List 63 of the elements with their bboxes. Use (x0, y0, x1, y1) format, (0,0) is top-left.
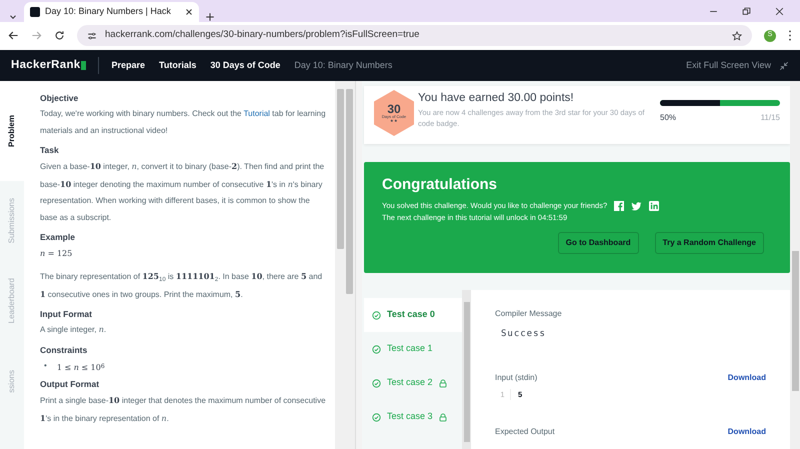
url-text: hackerrank.com/challenges/30-binary-numbers/problem?isFullScreen=true (105, 28, 420, 42)
scrollbar-thumb[interactable] (337, 89, 344, 249)
field-label: Expected Output (495, 426, 555, 438)
congratulations-title: Congratulations (382, 176, 498, 194)
section-heading: Example (40, 232, 76, 243)
more-options-icon[interactable] (788, 30, 792, 41)
scrollbar-thumb[interactable] (792, 251, 798, 391)
section-heading: Output Format (40, 378, 100, 390)
close-icon[interactable] (775, 6, 784, 16)
linkedin-icon[interactable] (649, 200, 660, 211)
back-icon[interactable] (8, 30, 19, 41)
browser-tab[interactable]: Day 10: Binary Numbers | Hack (24, 2, 199, 22)
field-label: Input (stdin) (495, 372, 538, 384)
paragraph: A single integer, n. (40, 324, 108, 336)
scrollbar-thumb[interactable] (464, 302, 470, 442)
download-link[interactable]: Download (728, 372, 766, 384)
breadcrumb-link[interactable]: Tutorials (159, 58, 196, 72)
check-circle-icon (372, 412, 381, 422)
random-challenge-button[interactable]: Try a Random Challenge (654, 232, 764, 254)
new-tab-icon[interactable] (205, 12, 215, 22)
twitter-icon[interactable] (631, 200, 642, 211)
progress-count: 11/15 (760, 112, 780, 124)
tutorial-link[interactable]: Tutorial (244, 109, 270, 118)
points-title: You have earned 30.00 points! (418, 91, 575, 106)
test-case-item[interactable]: Test case 0 (364, 298, 462, 332)
section-heading: Objective (40, 93, 80, 104)
breadcrumb-link[interactable]: 30 Days of Code (210, 58, 280, 72)
check-circle-icon (372, 310, 381, 320)
progress-percent: 50% (660, 112, 676, 124)
bullet-marker: • (44, 360, 47, 372)
check-circle-icon (372, 378, 381, 388)
math-expression: n = 125 (40, 248, 74, 260)
logo-text[interactable]: HackerRank (11, 56, 80, 74)
star-icon[interactable] (732, 30, 742, 40)
tab-title: Day 10: Binary Numbers | Hack (45, 5, 172, 18)
compiler-output: Success (501, 328, 547, 341)
scrollbar-thumb[interactable] (346, 89, 353, 294)
badge-number: 30 (387, 103, 401, 115)
breadcrumb-link[interactable]: Day 10: Binary Numbers (294, 58, 392, 72)
paragraph: Print a single base-10 integer that denotes the maximum number of consecutive 1's in the binary representation of n. (40, 394, 327, 425)
breadcrumb-link[interactable]: Prepare (111, 58, 146, 72)
collapse-icon[interactable] (779, 60, 789, 70)
field-label: Compiler Message (495, 308, 563, 320)
exit-fullscreen-link[interactable]: Exit Full Screen View (686, 58, 771, 72)
site-settings-icon[interactable] (87, 30, 97, 40)
reload-icon[interactable] (54, 30, 65, 41)
section-heading: Constraints (40, 344, 88, 355)
constraint-item: 1 ≤ n ≤ 10$^{6}$ (56, 362, 105, 374)
restore-icon[interactable] (742, 6, 751, 16)
address-bar[interactable]: hackerrank.com/challenges/30-binary-numbers/problem?isFullScreen=true (77, 25, 752, 46)
paragraph: Given a base-10 integer, n, convert it to binary (base-2). Then find and print the base-10 integer denoting the maximum number of consecutive 1's in n's binary representation. When working with different bases, it is common to show the base as a subscript. (40, 160, 326, 224)
dashboard-button[interactable]: Go to Dashboard (558, 232, 639, 254)
close-icon[interactable] (185, 8, 193, 16)
download-link[interactable]: Download (728, 426, 766, 438)
logo-mark-icon (81, 61, 86, 70)
facebook-icon[interactable] (614, 200, 624, 211)
section-heading: Input Format (40, 309, 93, 320)
favicon-icon (30, 7, 40, 17)
check-circle-icon (372, 344, 381, 354)
side-tab[interactable]: Problem (0, 81, 24, 181)
paragraph: The binary representation of 125$_{10}$ is 1111101$_{2}$. In base 10, there are 5 and 1 consecutive ones in two groups. Print the maximum, 5. (40, 270, 324, 301)
paragraph: Today, we're working with binary numbers. Check out the Tutorial tab for learning materials and an instructional video! (40, 108, 327, 137)
section-heading: Task (40, 145, 60, 156)
